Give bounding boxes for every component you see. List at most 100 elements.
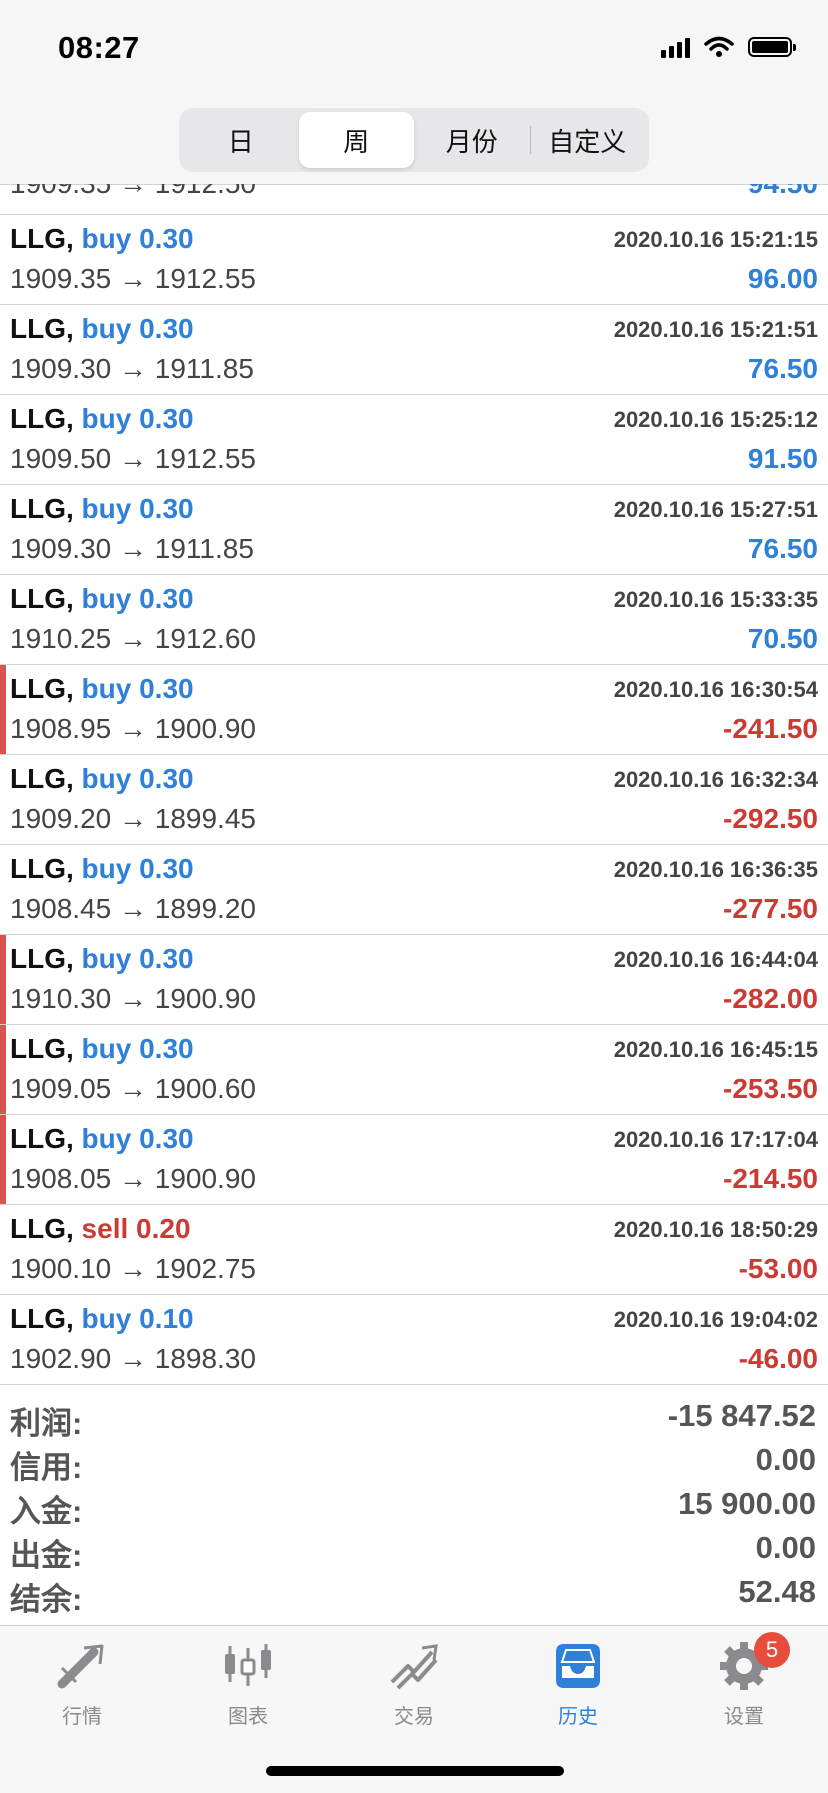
- trade-type-volume: buy 0.30: [81, 1033, 194, 1064]
- trade-prices: 1909.05 → 1900.60: [10, 1073, 256, 1104]
- list-item[interactable]: 1909.35 → 1912.50 94.50: [0, 184, 828, 215]
- tab-trade[interactable]: 交易: [354, 1638, 474, 1748]
- trade-profit: -241.50: [723, 713, 818, 744]
- trade-profit: 70.50: [747, 623, 818, 654]
- trade-type-volume: buy 0.30: [81, 853, 194, 884]
- trade-prices: 1909.35 → 1912.50: [10, 184, 256, 200]
- list-item[interactable]: LLG, buy 0.30 2020.10.16 15:25:12 1909.50 …: [0, 395, 828, 485]
- trade-time: 2020.10.16 16:45:15: [613, 1037, 818, 1062]
- home-indicator[interactable]: [266, 1766, 564, 1776]
- trade-time: 2020.10.16 15:21:15: [613, 227, 818, 252]
- trade-symbol: LLG,: [10, 1123, 74, 1154]
- trade-time: 2020.10.16 15:33:35: [613, 587, 818, 612]
- trade-type-volume: buy 0.30: [81, 763, 194, 794]
- tab-week[interactable]: 周: [298, 112, 414, 168]
- trade-type-volume: buy 0.30: [81, 943, 194, 974]
- tab-month[interactable]: 月份: [414, 112, 530, 168]
- trade-profit: 76.50: [747, 533, 818, 564]
- trade-time: 2020.10.16 19:04:02: [613, 1307, 818, 1332]
- summary-value: 0.00: [755, 1530, 816, 1565]
- trade-profit: -282.00: [723, 983, 818, 1014]
- trade-profit: -277.50: [723, 893, 818, 924]
- trade-profit: -46.00: [738, 1343, 818, 1374]
- tab-quotes[interactable]: 行情: [22, 1638, 142, 1748]
- trade-prices: 1902.90 → 1898.30: [10, 1343, 256, 1374]
- trade-time: 2020.10.16 15:27:51: [613, 497, 818, 522]
- list-item[interactable]: LLG, buy 0.10 2020.10.16 19:04:02 1902.90 …: [0, 1295, 828, 1385]
- trade-type-volume: buy 0.30: [81, 223, 194, 254]
- notification-badge: 5: [754, 1632, 790, 1668]
- summary-balance-row: 结余: 52.48: [0, 1572, 828, 1617]
- trade-type-volume: buy 0.30: [81, 313, 194, 344]
- trade-type-volume: buy 0.30: [81, 403, 194, 434]
- trade-header: LLG, buy 0.30: [10, 673, 194, 705]
- summary-label: 利润:: [10, 1406, 83, 1441]
- tab-custom[interactable]: 自定义: [529, 112, 646, 168]
- trade-type-volume: buy 0.10: [81, 1303, 194, 1334]
- tab-label: 设置: [724, 1706, 764, 1728]
- summary-label: 出金:: [10, 1538, 83, 1573]
- trade-profit: -53.00: [738, 1253, 818, 1284]
- list-item[interactable]: LLG, buy 0.30 2020.10.16 16:30:54 1908.95 …: [0, 665, 828, 755]
- trade-profit: -214.50: [723, 1163, 818, 1194]
- trade-header: LLG, buy 0.30: [10, 583, 194, 615]
- list-item[interactable]: LLG, buy 0.30 2020.10.16 16:36:35 1908.45 …: [0, 845, 828, 935]
- tab-history[interactable]: 历史: [518, 1638, 638, 1748]
- trade-time: 2020.10.16 16:44:04: [613, 947, 818, 972]
- summary-value: -15 847.52: [667, 1398, 816, 1433]
- list-item[interactable]: LLG, buy 0.30 2020.10.16 16:44:04 1910.30 …: [0, 935, 828, 1025]
- trade-symbol: LLG,: [10, 583, 74, 614]
- list-item[interactable]: LLG, buy 0.30 2020.10.16 16:32:34 1909.20 …: [0, 755, 828, 845]
- summary-label: 结余:: [10, 1582, 83, 1617]
- list-item[interactable]: LLG, sell 0.20 2020.10.16 18:50:29 1900.10…: [0, 1205, 828, 1295]
- trade-history-list: 1909.35 → 1912.50 94.50 LLG, buy 0.30 202…: [0, 184, 828, 1385]
- trade-symbol: LLG,: [10, 1303, 74, 1334]
- trade-header: LLG, buy 0.30: [10, 403, 194, 435]
- trade-prices: 1909.50 → 1912.55: [10, 443, 256, 474]
- trade-symbol: LLG,: [10, 493, 74, 524]
- trade-symbol: LLG,: [10, 1213, 74, 1244]
- list-item[interactable]: LLG, buy 0.30 2020.10.16 17:17:04 1908.05 …: [0, 1115, 828, 1205]
- trade-header: LLG, buy 0.30: [10, 943, 194, 975]
- trade-header: LLG, buy 0.10: [10, 1303, 194, 1335]
- trade-header: LLG, buy 0.30: [10, 313, 194, 345]
- quotes-icon: [57, 1644, 104, 1689]
- trade-prices: 1910.25 → 1912.60: [10, 623, 256, 654]
- list-item[interactable]: LLG, buy 0.30 2020.10.16 15:21:51 1909.30 …: [0, 305, 828, 395]
- trade-profit: 96.00: [747, 263, 818, 294]
- trade-type-volume: sell 0.20: [81, 1213, 191, 1244]
- trade-time: 2020.10.16 16:30:54: [613, 677, 818, 702]
- summary-value: 52.48: [738, 1574, 816, 1609]
- summary-value: 0.00: [755, 1442, 816, 1477]
- trade-prices: 1900.10 → 1902.75: [10, 1253, 256, 1284]
- trade-prices: 1909.35 → 1912.55: [10, 263, 256, 294]
- trade-symbol: LLG,: [10, 763, 74, 794]
- trade-profit: 91.50: [747, 443, 818, 474]
- tab-chart[interactable]: 图表: [188, 1638, 308, 1748]
- list-item[interactable]: LLG, buy 0.30 2020.10.16 16:45:15 1909.05 …: [0, 1025, 828, 1115]
- top-bar: 08:27 日 周 月份 自定义: [0, 0, 828, 185]
- trade-prices: 1908.95 → 1900.90: [10, 713, 256, 744]
- summary-value: 15 900.00: [678, 1486, 816, 1521]
- summary-label: 信用:: [10, 1450, 83, 1485]
- trade-symbol: LLG,: [10, 223, 74, 254]
- cellular-signal-icon: [661, 36, 690, 58]
- trade-header: LLG, buy 0.30: [10, 1123, 194, 1155]
- trade-prices: 1908.05 → 1900.90: [10, 1163, 256, 1194]
- chart-icon: [225, 1644, 271, 1686]
- trade-symbol: LLG,: [10, 1033, 74, 1064]
- status-icons: [661, 36, 796, 58]
- trade-prices: 1909.30 → 1911.85: [10, 353, 254, 384]
- period-segmented-control: 日 周 月份 自定义: [179, 108, 649, 172]
- list-item[interactable]: LLG, buy 0.30 2020.10.16 15:21:15 1909.35 …: [0, 215, 828, 305]
- trade-type-volume: buy 0.30: [81, 493, 194, 524]
- list-item[interactable]: LLG, buy 0.30 2020.10.16 15:27:51 1909.30 …: [0, 485, 828, 575]
- tab-settings[interactable]: 5 设置: [684, 1632, 804, 1748]
- trade-symbol: LLG,: [10, 403, 74, 434]
- tab-label: 图表: [228, 1706, 268, 1728]
- list-item[interactable]: LLG, buy 0.30 2020.10.16 15:33:35 1910.25 …: [0, 575, 828, 665]
- trade-type-volume: buy 0.30: [81, 673, 194, 704]
- trade-header: LLG, buy 0.30: [10, 223, 194, 255]
- summary-profit-row: 利润: -15 847.52: [0, 1396, 828, 1441]
- tab-day[interactable]: 日: [183, 112, 299, 168]
